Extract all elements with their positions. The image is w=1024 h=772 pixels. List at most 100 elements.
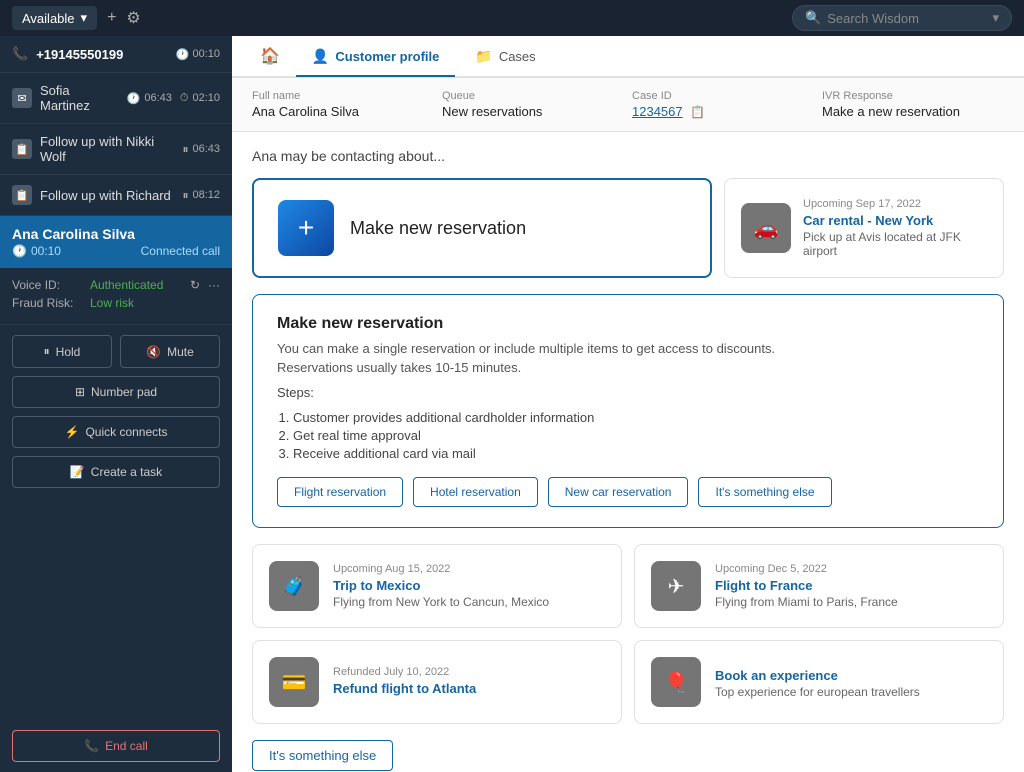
voice-id-row: Voice ID: Authenticated ↻ ··· bbox=[12, 278, 220, 292]
refresh-icon[interactable]: ↻ bbox=[190, 278, 200, 292]
active-contact-name: Ana Carolina Silva bbox=[12, 226, 220, 242]
call-info: +19145550199 bbox=[36, 47, 168, 62]
hold-button[interactable]: ⏸ Hold bbox=[12, 335, 112, 368]
call-duration: 🕐00:10 bbox=[176, 48, 220, 61]
fraud-risk-value: Low risk bbox=[90, 296, 134, 310]
customer-info-bar: Full name Ana Carolina Silva Queue New r… bbox=[232, 78, 1024, 132]
main-content: 🏠 👤 Customer profile 📁 Cases Full name A… bbox=[232, 36, 1024, 772]
trip-mexico-card[interactable]: 🧳 Upcoming Aug 15, 2022 Trip to Mexico F… bbox=[252, 544, 622, 628]
contact-name-sofia: Sofia Martinez bbox=[40, 83, 119, 113]
sidebar-item-sofia[interactable]: ✉ Sofia Martinez 🕐06:43 ⏱02:10 bbox=[0, 73, 232, 124]
bottom-else-button[interactable]: It's something else bbox=[252, 740, 393, 771]
tab-home[interactable]: 🏠 bbox=[248, 36, 292, 76]
book-experience-sub: Top experience for european travellers bbox=[715, 685, 987, 699]
step-3: Receive additional card via mail bbox=[293, 446, 979, 461]
new-car-reservation-button[interactable]: New car reservation bbox=[548, 477, 689, 507]
luggage-icon: 🧳 bbox=[269, 561, 319, 611]
active-phone-call[interactable]: 📞 +19145550199 🕐00:10 bbox=[0, 36, 232, 73]
trip-mexico-sub: Flying from New York to Cancun, Mexico bbox=[333, 595, 605, 609]
car-rental-sub: Pick up at Avis located at JFK airport bbox=[803, 230, 987, 258]
status-label: Available bbox=[22, 11, 75, 26]
task-icon-richard: 📋 bbox=[12, 185, 32, 205]
create-task-button[interactable]: 📝 Create a task bbox=[12, 456, 220, 488]
full-name-field: Full name Ana Carolina Silva bbox=[252, 90, 434, 119]
top-cards-row: + Make new reservation 🚗 Upcoming Sep 17… bbox=[252, 178, 1004, 278]
sidebar-item-richard[interactable]: 📋 Follow up with Richard ⏸08:12 bbox=[0, 175, 232, 216]
more-icon[interactable]: ··· bbox=[208, 278, 220, 292]
task-icon: 📝 bbox=[70, 465, 85, 479]
control-buttons: ⏸ Hold 🔇 Mute ⊞ Number pad ⚡ Quick conne… bbox=[0, 325, 232, 498]
settings-icon[interactable]: ⚙ bbox=[126, 8, 140, 28]
flight-france-card[interactable]: ✈ Upcoming Dec 5, 2022 Flight to France … bbox=[634, 544, 1004, 628]
hotel-reservation-button[interactable]: Hotel reservation bbox=[413, 477, 538, 507]
ivr-field: IVR Response Make a new reservation bbox=[822, 90, 1004, 119]
number-pad-button[interactable]: ⊞ Number pad bbox=[12, 376, 220, 408]
trip-mexico-info: Upcoming Aug 15, 2022 Trip to Mexico Fly… bbox=[333, 563, 605, 609]
chevron-down-icon: ▾ bbox=[81, 10, 88, 26]
contact-time-sofia: 🕐06:43 ⏱02:10 bbox=[127, 92, 220, 105]
reservation-panel: Make new reservation You can make a sing… bbox=[252, 294, 1004, 528]
book-experience-title: Book an experience bbox=[715, 668, 987, 683]
search-bar: 🔍 ▾ bbox=[792, 5, 1012, 31]
steps-label: Steps: bbox=[277, 385, 979, 400]
balloon-icon: 🎈 bbox=[651, 657, 701, 707]
refund-icon: 💳 bbox=[269, 657, 319, 707]
flight-france-info: Upcoming Dec 5, 2022 Flight to France Fl… bbox=[715, 563, 987, 609]
active-contact-timer: 🕐 00:10 bbox=[12, 244, 61, 258]
sidebar: 📞 +19145550199 🕐00:10 ✉ Sofia Martinez 🕐… bbox=[0, 36, 232, 772]
search-icon: 🔍 bbox=[805, 10, 821, 26]
voice-info-section: Voice ID: Authenticated ↻ ··· Fraud Risk… bbox=[0, 268, 232, 325]
refund-atlanta-info: Refunded July 10, 2022 Refund flight to … bbox=[333, 666, 605, 698]
end-call-button[interactable]: 📞 End call bbox=[12, 730, 220, 762]
queue-value: New reservations bbox=[442, 104, 624, 119]
reservation-desc1: You can make a single reservation or inc… bbox=[277, 341, 979, 356]
contact-time-nikki: ⏸06:43 bbox=[182, 142, 220, 157]
car-rental-date: Upcoming Sep 17, 2022 bbox=[803, 198, 987, 210]
book-experience-card[interactable]: 🎈 Book an experience Top experience for … bbox=[634, 640, 1004, 724]
tab-cases[interactable]: 📁 Cases bbox=[459, 38, 551, 77]
plus-icon: + bbox=[278, 200, 334, 256]
make-reservation-label: Make new reservation bbox=[350, 218, 526, 239]
may-contact-heading: Ana may be contacting about... bbox=[252, 148, 1004, 164]
search-dropdown-icon[interactable]: ▾ bbox=[992, 10, 999, 26]
car-rental-info: Upcoming Sep 17, 2022 Car rental - New Y… bbox=[803, 198, 987, 258]
queue-field: Queue New reservations bbox=[442, 90, 624, 119]
tabs: 🏠 👤 Customer profile 📁 Cases bbox=[232, 36, 1024, 78]
search-input[interactable] bbox=[827, 11, 986, 26]
flight-reservation-button[interactable]: Flight reservation bbox=[277, 477, 403, 507]
hold-mute-row: ⏸ Hold 🔇 Mute bbox=[12, 335, 220, 368]
contact-name-nikki: Follow up with Nikki Wolf bbox=[40, 134, 174, 164]
flight-france-sub: Flying from Miami to Paris, France bbox=[715, 595, 987, 609]
step-1: Customer provides additional cardholder … bbox=[293, 410, 979, 425]
make-reservation-card[interactable]: + Make new reservation bbox=[252, 178, 712, 278]
case-id-field: Case ID 1234567 📋 bbox=[632, 90, 814, 119]
fraud-risk-row: Fraud Risk: Low risk bbox=[12, 296, 220, 310]
status-dropdown[interactable]: Available ▾ bbox=[12, 6, 97, 30]
car-rental-card[interactable]: 🚗 Upcoming Sep 17, 2022 Car rental - New… bbox=[724, 178, 1004, 278]
copy-icon[interactable]: 📋 bbox=[690, 105, 705, 119]
trip-mexico-date: Upcoming Aug 15, 2022 bbox=[333, 563, 605, 575]
phone-icon: 📞 bbox=[12, 46, 28, 62]
reservation-panel-title: Make new reservation bbox=[277, 315, 979, 333]
voice-id-value: Authenticated bbox=[90, 278, 163, 292]
refund-atlanta-card[interactable]: 💳 Refunded July 10, 2022 Refund flight t… bbox=[252, 640, 622, 724]
contact-time-richard: ⏸08:12 bbox=[182, 188, 220, 203]
quick-connects-button[interactable]: ⚡ Quick connects bbox=[12, 416, 220, 448]
sidebar-item-nikki[interactable]: 📋 Follow up with Nikki Wolf ⏸06:43 bbox=[0, 124, 232, 175]
connected-label: Connected call bbox=[141, 244, 220, 258]
step-2: Get real time approval bbox=[293, 428, 979, 443]
car-rental-title: Car rental - New York bbox=[803, 213, 987, 228]
tab-customer-profile[interactable]: 👤 Customer profile bbox=[296, 38, 455, 77]
something-else-button[interactable]: It's something else bbox=[698, 477, 831, 507]
mute-button[interactable]: 🔇 Mute bbox=[120, 335, 220, 368]
end-call-icon: 📞 bbox=[84, 739, 99, 753]
refund-atlanta-date: Refunded July 10, 2022 bbox=[333, 666, 605, 678]
book-experience-info: Book an experience Top experience for eu… bbox=[715, 665, 987, 699]
car-icon: 🚗 bbox=[741, 203, 791, 253]
reservation-buttons: Flight reservation Hotel reservation New… bbox=[277, 477, 979, 507]
plane-icon: ✈ bbox=[651, 561, 701, 611]
hold-icon: ⏸ bbox=[44, 344, 50, 359]
add-icon[interactable]: + bbox=[107, 9, 116, 27]
case-id-value[interactable]: 1234567 📋 bbox=[632, 104, 814, 119]
message-icon: ✉ bbox=[12, 88, 32, 108]
